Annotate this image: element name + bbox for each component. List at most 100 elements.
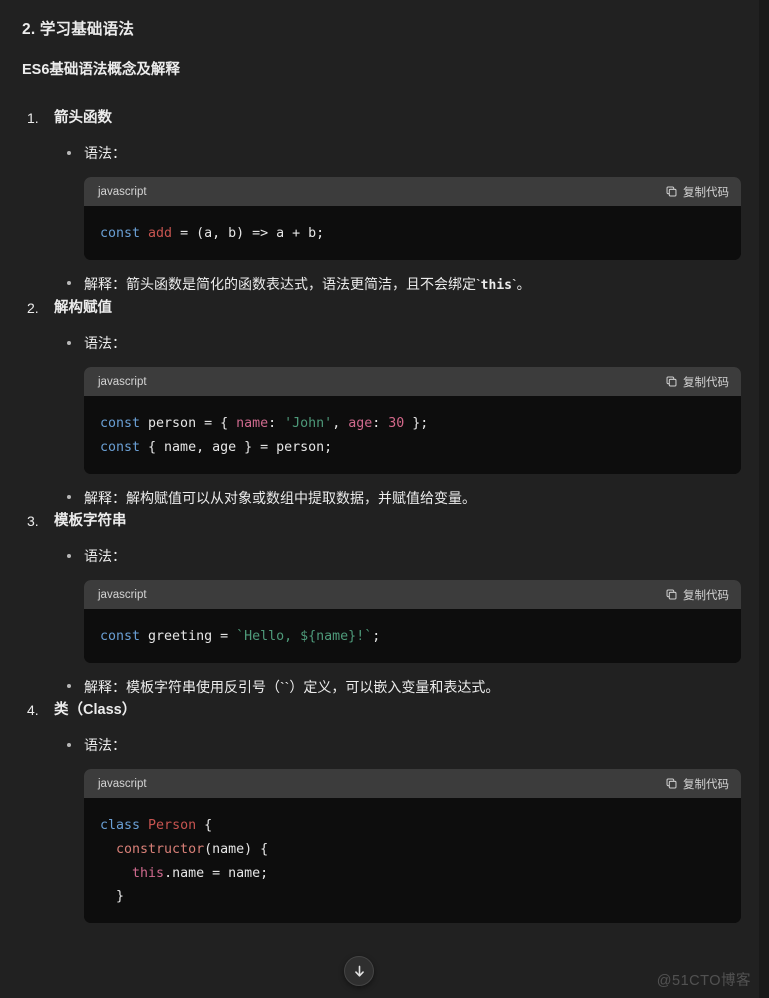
copy-icon — [665, 185, 678, 198]
syntax-label: 语法： — [84, 548, 126, 565]
code-language-label: javascript — [98, 777, 147, 790]
explanation-entry: 解释：模板字符串使用反引号（``）定义，可以嵌入变量和表达式。 — [67, 676, 741, 698]
copy-code-label: 复制代码 — [683, 376, 729, 389]
code-token: : — [372, 416, 389, 432]
topic-item: 2. 解构赋值语法： javascript 复制代码 const person = { … — [22, 298, 741, 509]
syntax-entry: 语法： javascript 复制代码 const person = { name: … — [67, 333, 741, 474]
syntax-label: 语法： — [84, 335, 126, 352]
copy-code-label: 复制代码 — [683, 589, 729, 602]
topic-title: 解构赋值 — [54, 300, 112, 317]
code-block: javascript 复制代码 const add = (a, b) => a + … — [84, 177, 741, 260]
code-token: name — [236, 416, 269, 432]
code-block-content[interactable]: class Person { constructor(name) { this.… — [84, 798, 741, 923]
code-block-content[interactable]: const person = { name: 'John', age: 30 }… — [84, 396, 741, 474]
code-token: : — [268, 416, 285, 432]
page-root: 2. 学习基础语法 ES6基础语法概念及解释 1. 箭头函数语法： javascri… — [0, 0, 769, 998]
topic-item: 3. 模板字符串 语法： javascript 复制代码 const greeting =… — [22, 511, 741, 698]
syntax-entry: 语法： javascript 复制代码 const greeting = `Hello… — [67, 546, 741, 663]
code-token: { — [196, 818, 213, 834]
code-token: { name, age } = person; — [140, 440, 333, 456]
copy-code-button[interactable]: 复制代码 — [665, 374, 729, 390]
code-token: , — [332, 416, 349, 432]
watermark: @51CTO博客 — [656, 973, 751, 989]
code-token: ; — [372, 629, 381, 645]
syntax-label: 语法： — [84, 145, 126, 162]
code-token: add — [148, 226, 173, 242]
topic-title: 类（Class） — [54, 702, 137, 719]
page-title: 2. 学习基础语法 — [22, 21, 135, 38]
code-line: const add = (a, b) => a + b; — [100, 222, 725, 246]
code-token: greeting = — [140, 629, 237, 645]
code-block-header: javascript 复制代码 — [84, 367, 741, 397]
topic-number: 1. — [27, 110, 39, 126]
topic-number: 3. — [27, 513, 39, 530]
arrow-down-icon — [352, 964, 367, 979]
code-token: class — [100, 818, 141, 834]
topic-title: 箭头函数 — [54, 110, 112, 126]
code-line: const greeting = `Hello, ${name}!`; — [100, 625, 725, 649]
code-block-header: javascript 复制代码 — [84, 177, 741, 207]
code-token: Person — [148, 818, 197, 834]
explanation-entry: 解释：解构赋值可以从对象或数组中提取数据，并赋值给变量。 — [67, 487, 741, 509]
topic-number: 4. — [27, 702, 39, 719]
copy-icon — [665, 777, 678, 790]
topic-detail-list: 语法： javascript 复制代码 const add = (a, b) => a… — [54, 143, 741, 296]
code-line: class Person { — [100, 814, 725, 838]
syntax-entry: 语法： javascript 复制代码 class Person { construc… — [67, 735, 741, 923]
topic-item: 4. 类（Class） 语法： javascript 复制代码 class Person … — [22, 700, 741, 923]
copy-icon — [665, 375, 678, 388]
code-block-content[interactable]: const greeting = `Hello, ${name}!`; — [84, 609, 741, 663]
topic-number: 2. — [27, 300, 39, 317]
code-language-label: javascript — [98, 185, 147, 198]
code-language-label: javascript — [98, 375, 147, 388]
syntax-entry: 语法： javascript 复制代码 const add = (a, b) => a… — [67, 143, 741, 260]
code-token: = (a, b) => a + b; — [172, 226, 325, 242]
inline-code: this — [480, 277, 512, 293]
explanation-text: 解释：箭头函数是简化的函数表达式，语法更简洁，且不会绑定`this`。 — [84, 273, 741, 297]
code-token: }; — [404, 416, 429, 432]
article-content: 2. 学习基础语法 ES6基础语法概念及解释 1. 箭头函数语法： javascri… — [0, 0, 769, 923]
code-block: javascript 复制代码 const greeting = `Hello, $… — [84, 580, 741, 663]
explanation-text: 解释：模板字符串使用反引号（``）定义，可以嵌入变量和表达式。 — [84, 676, 741, 698]
code-block-header: javascript 复制代码 — [84, 580, 741, 610]
explanation-text: 解释：解构赋值可以从对象或数组中提取数据，并赋值给变量。 — [84, 487, 741, 509]
scroll-to-bottom-button[interactable] — [344, 956, 374, 986]
syntax-label: 语法： — [84, 737, 126, 754]
code-line: this.name = name; — [100, 862, 725, 886]
copy-icon — [665, 588, 678, 601]
copy-code-button[interactable]: 复制代码 — [665, 776, 729, 792]
code-token: constructor — [116, 841, 205, 857]
topic-list: 1. 箭头函数语法： javascript 复制代码 const add = (a, b… — [22, 108, 741, 923]
code-token: this — [132, 865, 165, 881]
code-token: const — [100, 629, 141, 645]
code-line: const { name, age } = person; — [100, 436, 725, 460]
explanation-prefix: 解释：模板字符串使用反引号（``）定义，可以嵌入变量和表达式。 — [84, 678, 500, 695]
section-lead: ES6基础语法概念及解释 — [22, 62, 180, 79]
code-token: person = { — [140, 416, 237, 432]
copy-code-button[interactable]: 复制代码 — [665, 587, 729, 603]
code-token: const — [100, 440, 141, 456]
code-token: 30 — [388, 416, 405, 432]
copy-code-label: 复制代码 — [683, 778, 729, 791]
explanation-prefix: 解释：箭头函数是简化的函数表达式，语法更简洁，且不会绑定` — [84, 275, 481, 292]
code-block: javascript 复制代码 class Person { constructor… — [84, 769, 741, 923]
code-token: } — [100, 889, 125, 905]
code-token: 'John' — [284, 416, 333, 432]
topic-detail-list: 语法： javascript 复制代码 class Person { construc… — [54, 735, 741, 923]
code-token: const — [100, 226, 141, 242]
code-line: const person = { name: 'John', age: 30 }… — [100, 412, 725, 436]
code-token: (name) { — [204, 841, 269, 857]
code-line: } — [100, 885, 725, 909]
code-language-label: javascript — [98, 588, 147, 601]
topic-detail-list: 语法： javascript 复制代码 const person = { name: … — [54, 333, 741, 509]
explanation-prefix: 解释：解构赋值可以从对象或数组中提取数据，并赋值给变量。 — [84, 489, 476, 506]
code-block: javascript 复制代码 const person = { name: 'Jo… — [84, 367, 741, 474]
code-block-content[interactable]: const add = (a, b) => a + b; — [84, 206, 741, 260]
copy-code-button[interactable]: 复制代码 — [665, 184, 729, 200]
copy-code-label: 复制代码 — [683, 186, 729, 199]
code-token: const — [100, 416, 141, 432]
